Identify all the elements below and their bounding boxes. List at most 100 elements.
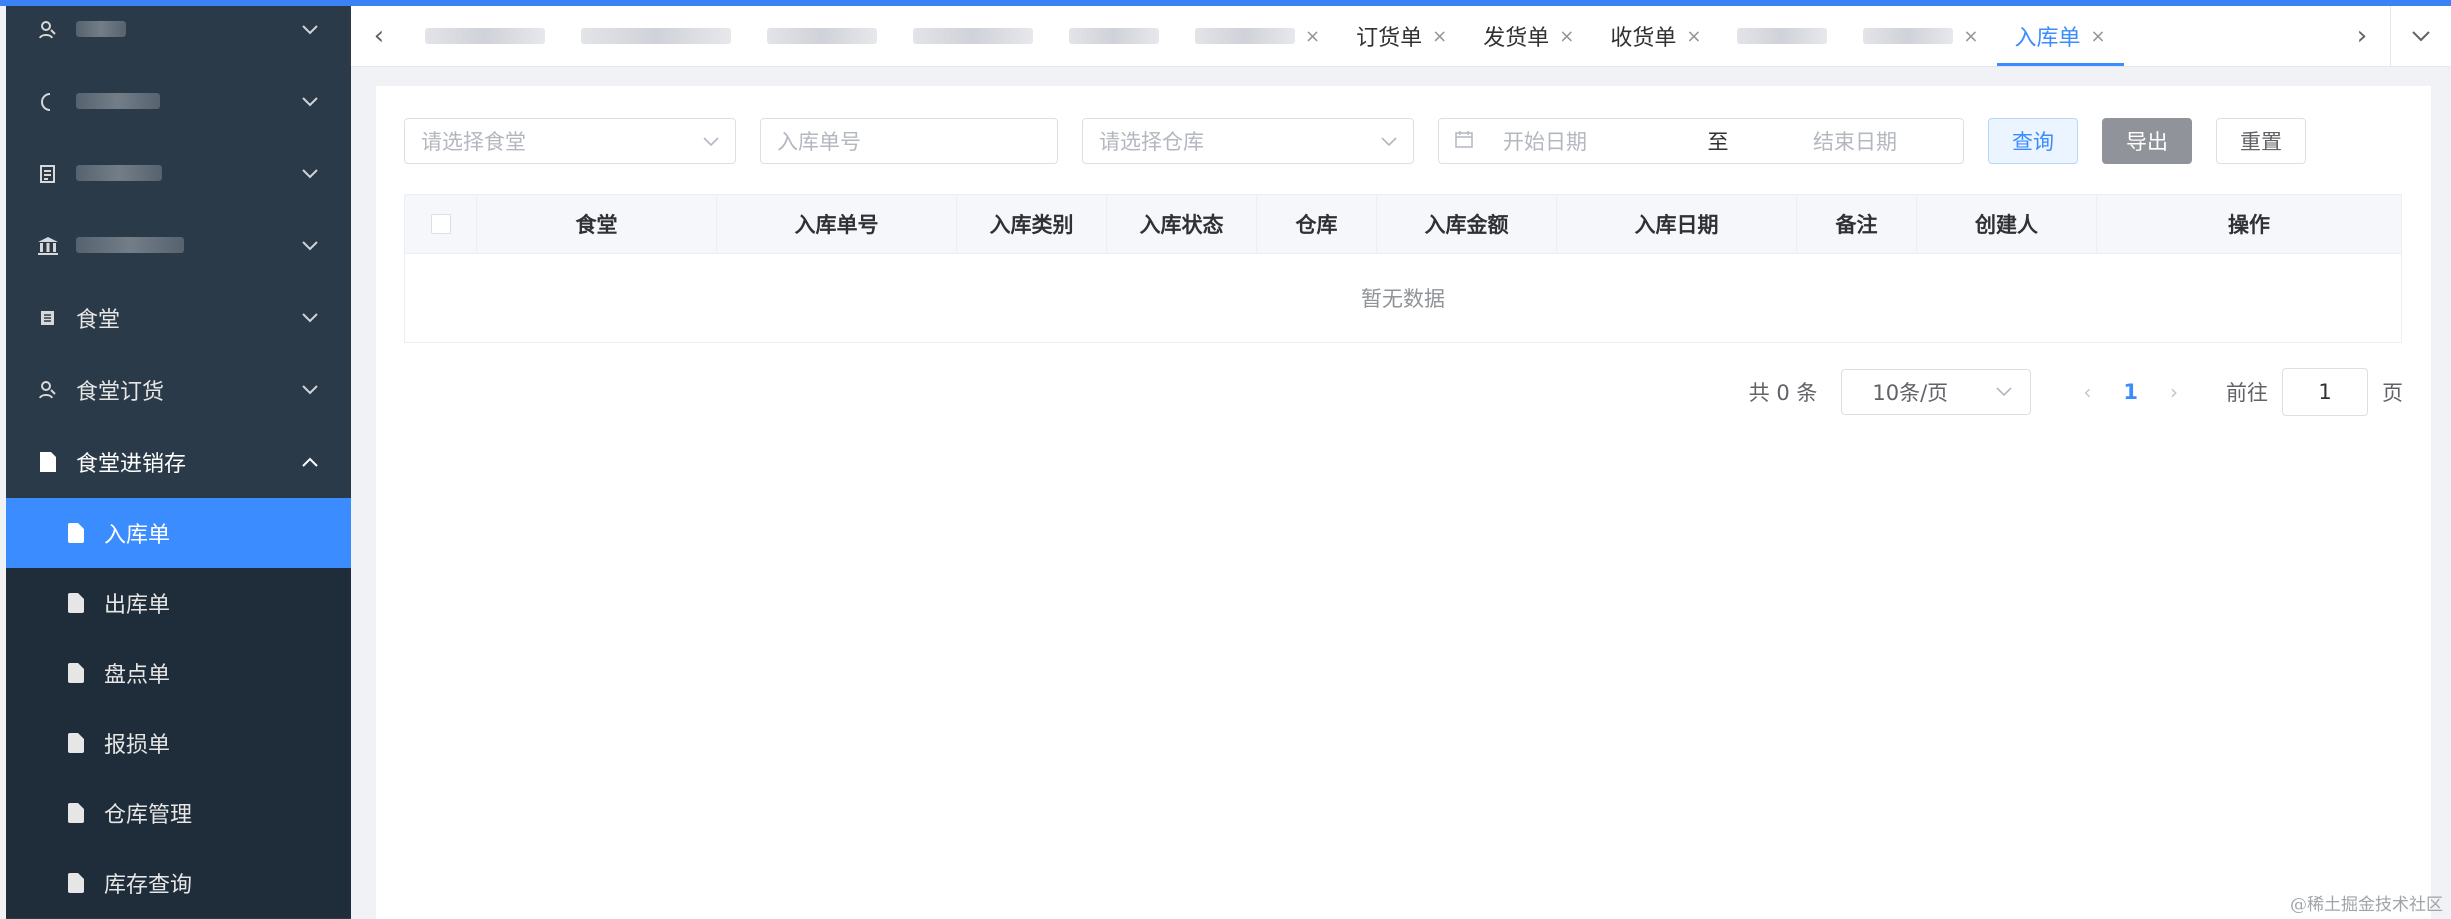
tab-label xyxy=(1195,28,1295,44)
prev-page-button[interactable]: ‹ xyxy=(2083,380,2091,404)
tab-inbound[interactable]: 入库单 × xyxy=(1996,6,2124,66)
sidebar-item-outbound[interactable]: 出库单 xyxy=(6,568,351,638)
column-header: 入库金额 xyxy=(1377,195,1557,253)
watermark: @稀土掘金技术社区 xyxy=(2290,895,2443,915)
canteen-select[interactable]: 请选择食堂 xyxy=(404,118,736,164)
tab-hidden-8[interactable]: × xyxy=(1845,6,1996,66)
sidebar-item-label: 库存查询 xyxy=(104,873,193,898)
sidebar-item-loss-report[interactable]: 报损单 xyxy=(6,708,351,778)
user-group-icon xyxy=(36,378,60,402)
column-header: 备注 xyxy=(1797,195,1917,253)
calendar-icon xyxy=(1455,130,1473,153)
sidebar-group-label: 食堂 xyxy=(76,308,121,333)
tab-label xyxy=(1737,28,1828,44)
sidebar-item-warehouse-management[interactable]: 仓库管理 xyxy=(6,778,351,848)
document-icon xyxy=(68,663,84,683)
tab-hidden-4[interactable] xyxy=(895,6,1051,66)
tab-label xyxy=(1069,28,1159,44)
document-icon xyxy=(68,803,84,823)
order-number-input[interactable]: 入库单号 xyxy=(760,118,1058,164)
query-button[interactable]: 查询 xyxy=(1988,118,2078,164)
sidebar-group-canteen[interactable]: 食堂 xyxy=(6,282,351,354)
sidebar-item-label: 报损单 xyxy=(104,733,171,758)
chevron-down-icon xyxy=(2412,31,2430,42)
sidebar-item-label: 入库单 xyxy=(104,523,171,548)
sidebar-group-4[interactable] xyxy=(6,210,351,282)
sidebar-group-2[interactable] xyxy=(6,66,351,138)
tab-hidden-2[interactable] xyxy=(563,6,749,66)
sidebar-item-stock-query[interactable]: 库存查询 xyxy=(6,848,351,918)
total-count: 共 0 条 xyxy=(1748,381,1818,405)
sidebar-group-3[interactable] xyxy=(6,138,351,210)
column-header: 食堂 xyxy=(477,195,717,253)
tab-order[interactable]: 订货单 × xyxy=(1338,6,1465,66)
goto-label: 前往 xyxy=(2226,381,2268,405)
close-icon[interactable]: × xyxy=(1559,26,1574,47)
select-all-checkbox[interactable] xyxy=(430,214,451,234)
tab-list: × 订货单 × 发货单 × 收货单 × × 入库单 × xyxy=(407,6,2334,66)
tab-hidden-6[interactable]: × xyxy=(1177,6,1338,66)
column-header: 入库类别 xyxy=(957,195,1107,253)
reset-button[interactable]: 重置 xyxy=(2216,118,2306,164)
pagination: 共 0 条 10条/页 ‹ 1 › 前往 1 页 xyxy=(1749,368,2403,416)
tab-label xyxy=(1863,28,1954,44)
document-icon xyxy=(68,733,84,753)
goto-page-input[interactable]: 1 xyxy=(2282,368,2368,416)
order-number-placeholder: 入库单号 xyxy=(777,130,861,154)
sidebar: 食堂 食堂订货 食堂进销存 入库单 出库单 盘点单 报损单 仓库管理 库存查询 xyxy=(6,6,351,919)
export-button[interactable]: 导出 xyxy=(2102,118,2192,164)
chevron-up-icon xyxy=(299,451,321,473)
empty-state: 暂无数据 xyxy=(1361,287,1445,311)
current-page[interactable]: 1 xyxy=(2123,380,2138,404)
chevron-down-icon xyxy=(299,91,321,113)
warehouse-select[interactable]: 请选择仓库 xyxy=(1082,118,1414,164)
sidebar-item-inbound[interactable]: 入库单 xyxy=(6,498,351,568)
tab-bar: ‹ × 订货单 × 发货单 × 收货单 × × 入库单 × › xyxy=(351,6,2451,67)
start-date-placeholder: 开始日期 xyxy=(1503,130,1587,154)
canteen-select-placeholder: 请选择食堂 xyxy=(421,130,526,154)
tab-scroll-right-button[interactable]: › xyxy=(2334,6,2390,66)
close-icon[interactable]: × xyxy=(1686,26,1701,47)
sidebar-group-1[interactable] xyxy=(6,6,351,66)
select-all-cell xyxy=(405,195,477,253)
close-icon[interactable]: × xyxy=(1432,26,1447,47)
sidebar-group-inventory[interactable]: 食堂进销存 xyxy=(6,426,351,498)
column-header: 入库状态 xyxy=(1107,195,1257,253)
bank-icon xyxy=(36,234,60,258)
sidebar-item-stocktake[interactable]: 盘点单 xyxy=(6,638,351,708)
page-size-select[interactable]: 10条/页 xyxy=(1841,369,2032,415)
warehouse-select-placeholder: 请选择仓库 xyxy=(1099,130,1204,154)
date-range-picker[interactable]: 开始日期 至 结束日期 xyxy=(1438,118,1964,164)
tab-hidden-3[interactable] xyxy=(749,6,895,66)
sidebar-group-canteen-order[interactable]: 食堂订货 xyxy=(6,354,351,426)
close-icon[interactable]: × xyxy=(2091,26,2106,47)
column-header: 仓库 xyxy=(1257,195,1377,253)
column-header: 入库日期 xyxy=(1557,195,1797,253)
tab-label: 发货单 xyxy=(1483,26,1550,51)
chevron-down-icon xyxy=(1381,131,1397,152)
close-icon[interactable]: × xyxy=(1305,26,1320,47)
tab-hidden-1[interactable] xyxy=(407,6,563,66)
circle-icon xyxy=(36,90,60,114)
tab-scroll-left-button[interactable]: ‹ xyxy=(351,6,407,66)
tab-label xyxy=(581,28,731,44)
sidebar-group-label: 食堂订货 xyxy=(76,380,165,405)
tab-hidden-5[interactable] xyxy=(1051,6,1177,66)
clipboard-icon xyxy=(36,162,60,186)
date-separator: 至 xyxy=(1707,130,1729,154)
filter-bar: 请选择食堂 入库单号 请选择仓库 开始日期 至 结束日期 查询 导出 重置 xyxy=(404,118,2330,164)
column-header: 入库单号 xyxy=(717,195,957,253)
page-suffix: 页 xyxy=(2382,381,2403,405)
close-icon[interactable]: × xyxy=(1963,26,1978,47)
tab-receipt[interactable]: 收货单 × xyxy=(1592,6,1719,66)
tab-menu-dropdown-button[interactable] xyxy=(2390,6,2451,66)
next-page-button[interactable]: › xyxy=(2170,380,2178,404)
tab-label xyxy=(767,28,877,44)
tab-hidden-7[interactable] xyxy=(1719,6,1845,66)
document-icon xyxy=(68,523,84,543)
chevron-down-icon xyxy=(299,379,321,401)
chevron-down-icon xyxy=(299,163,321,185)
sidebar-item-label: 仓库管理 xyxy=(104,803,193,828)
tab-label xyxy=(425,28,545,44)
tab-shipment[interactable]: 发货单 × xyxy=(1465,6,1592,66)
